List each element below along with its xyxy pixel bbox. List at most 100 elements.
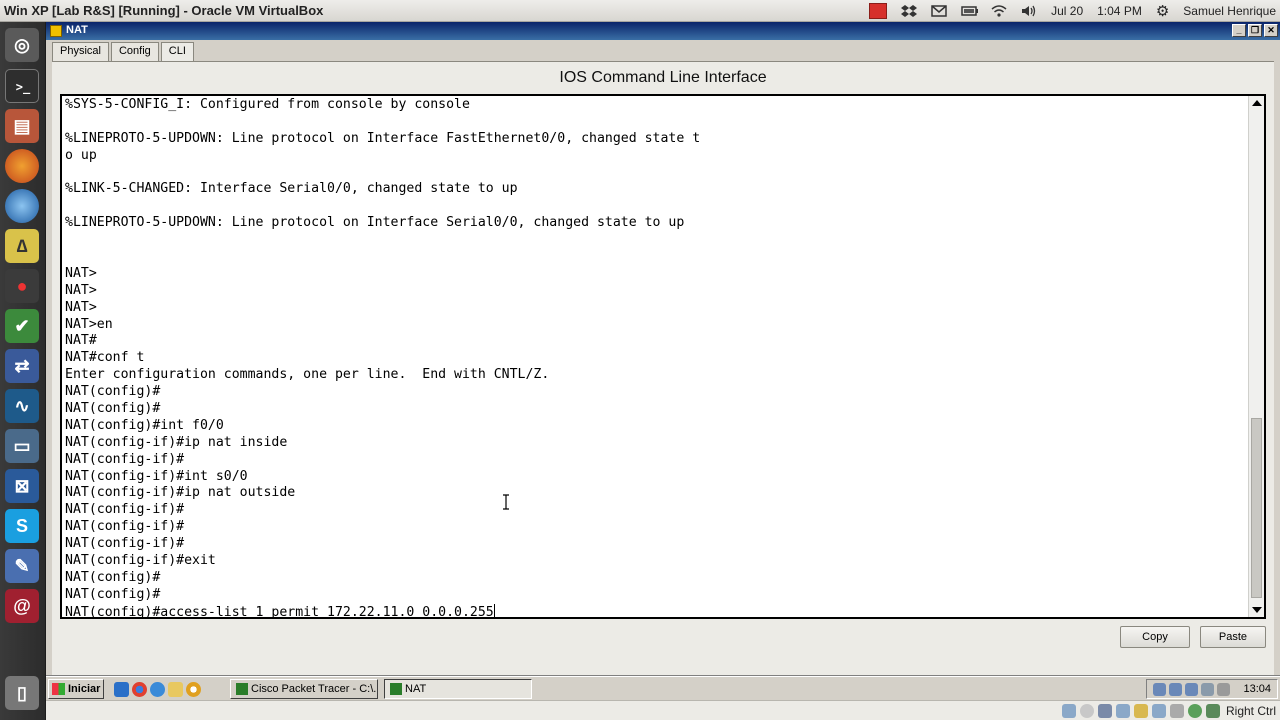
cli-line [65,198,1249,215]
host-time[interactable]: 1:04 PM [1097,4,1142,18]
ubuntu-logo-icon[interactable]: ◎ [5,28,39,62]
folder-icon[interactable] [168,682,183,697]
trash-icon[interactable]: ▯ [5,676,39,710]
windows-flag-icon [52,683,65,695]
host-system-tray: Jul 20 1:04 PM ⚙ Samuel Henrique [869,2,1276,20]
waveform-icon[interactable]: ∿ [5,389,39,423]
device-tabs: Physical Config CLI [52,42,196,62]
hard-disk-icon[interactable] [1062,704,1076,718]
scroll-down-arrow-icon[interactable] [1252,607,1262,613]
browser-icon[interactable] [150,682,165,697]
wifi-icon[interactable] [991,4,1007,18]
packet-tracer-icon[interactable]: ✔ [5,309,39,343]
terminal-icon[interactable]: >_ [5,69,39,103]
vertical-scrollbar[interactable] [1248,96,1264,617]
media-icon[interactable] [186,682,201,697]
cli-line: %LINEPROTO-5-UPDOWN: Line protocol on In… [65,130,701,146]
shared-folder-icon[interactable] [1134,704,1148,718]
network-icon[interactable] [1169,683,1182,696]
optical-drive-icon[interactable] [1080,704,1094,718]
mouse-integration-icon[interactable] [1188,704,1202,718]
xp-clock[interactable]: 13:04 [1243,683,1271,695]
taskbar-item-nat[interactable]: NAT [384,679,532,699]
host-window-title: Win XP [Lab R&S] [Running] - Oracle VM V… [4,3,324,18]
window-titlebar[interactable]: NAT _ ❐ ✕ [46,22,1280,40]
taskbar-item-packet-tracer[interactable]: Cisco Packet Tracer - C:\... [230,679,378,699]
window-title: NAT [66,24,88,36]
virtualbox-icon[interactable]: ⊠ [5,469,39,503]
dropbox-icon[interactable] [901,4,918,18]
xp-system-tray: 13:04 [1146,679,1278,699]
cli-line: NAT>en [65,316,113,332]
network-icon[interactable] [1153,683,1166,696]
firefox-icon[interactable] [5,149,39,183]
usb-icon[interactable] [1098,704,1112,718]
close-button[interactable]: ✕ [1264,24,1278,37]
tab-config[interactable]: Config [110,42,159,61]
scrollbar-thumb[interactable] [1251,418,1262,598]
tray-icons [1153,683,1230,696]
gear-icon[interactable]: ⚙ [1156,2,1169,20]
start-button[interactable]: Iniciar [48,679,104,699]
paste-button[interactable]: Paste [1200,626,1266,648]
cli-line: NAT> [65,265,97,281]
scroll-up-arrow-icon[interactable] [1252,100,1262,106]
cli-line: NAT(config-if)#int s0/0 [65,468,248,484]
cli-line: NAT(config-if)#ip nat inside [65,434,288,450]
cli-line [65,114,1249,131]
network-tool-icon[interactable]: ⇄ [5,349,39,383]
cli-line: NAT(config-if)#exit [65,553,216,569]
cli-line: NAT> [65,299,97,315]
files-icon[interactable]: ▤ [5,109,39,143]
remote-desktop-icon[interactable]: ▭ [5,429,39,463]
ie-icon[interactable] [114,682,129,697]
volume-icon[interactable] [1217,683,1230,696]
restore-button[interactable]: ❐ [1248,24,1262,37]
minimize-button[interactable]: _ [1232,24,1246,37]
volume-icon[interactable] [1021,4,1037,18]
debian-icon[interactable]: @ [5,589,39,623]
tab-cli[interactable]: CLI [160,42,194,62]
vbox-device-icons [1062,704,1220,718]
router-app-icon [50,25,62,37]
cli-panel: IOS Command Line Interface %SYS-5-CONFIG… [52,62,1274,684]
skype-icon[interactable]: S [5,509,39,543]
cli-terminal-frame: %SYS-5-CONFIG_I: Configured from console… [60,94,1266,619]
cli-line: NAT(config-if)#ip nat outside [65,485,296,501]
network-icon[interactable] [1116,704,1130,718]
molecule-icon[interactable]: ● [5,269,39,303]
start-label: Iniciar [68,683,101,695]
geogebra-icon[interactable]: ∆ [5,229,39,263]
text-cursor-icon [503,494,509,510]
cli-terminal[interactable]: %SYS-5-CONFIG_I: Configured from console… [65,96,1249,617]
document-icon[interactable]: ✎ [5,549,39,583]
video-capture-icon[interactable] [1170,704,1184,718]
cli-line: Enter configuration commands, one per li… [65,367,550,383]
cli-line: NAT(config)# [65,401,161,417]
network-icon[interactable] [1185,683,1198,696]
tab-physical[interactable]: Physical [52,42,109,61]
keyboard-icon[interactable] [1206,704,1220,718]
cli-line [65,249,1249,266]
cli-line: NAT# [65,333,97,349]
host-user-name[interactable]: Samuel Henrique [1183,4,1276,18]
cli-line: NAT(config-if)# [65,502,185,518]
shield-icon[interactable] [1201,683,1214,696]
cli-line: NAT(config-if)# [65,519,185,535]
battery-icon[interactable] [961,4,979,18]
host-date[interactable]: Jul 20 [1051,4,1083,18]
stop-icon[interactable] [869,3,888,19]
cli-line: NAT(config)# [65,586,161,602]
chrome-icon[interactable] [132,682,147,697]
router-app-icon [390,683,402,695]
display-icon[interactable] [1152,704,1166,718]
copy-button[interactable]: Copy [1120,626,1190,648]
virtualbox-status-bar: Right Ctrl [46,700,1280,720]
thunderbird-icon[interactable] [5,189,39,223]
guest-desktop: NAT _ ❐ ✕ Physical Config CLI IOS Comman… [46,22,1280,720]
cli-line: NAT(config)#access-list 1 permit 172.22.… [65,603,495,617]
cli-line: %LINK-5-CHANGED: Interface Serial0/0, ch… [65,181,518,197]
cli-line: NAT(config)# [65,384,161,400]
ubuntu-launcher: ◎ >_ ▤ ∆ ● ✔ ⇄ ∿ ▭ ⊠ S ✎ @ ▯ [0,22,46,720]
mail-icon[interactable] [931,4,947,18]
